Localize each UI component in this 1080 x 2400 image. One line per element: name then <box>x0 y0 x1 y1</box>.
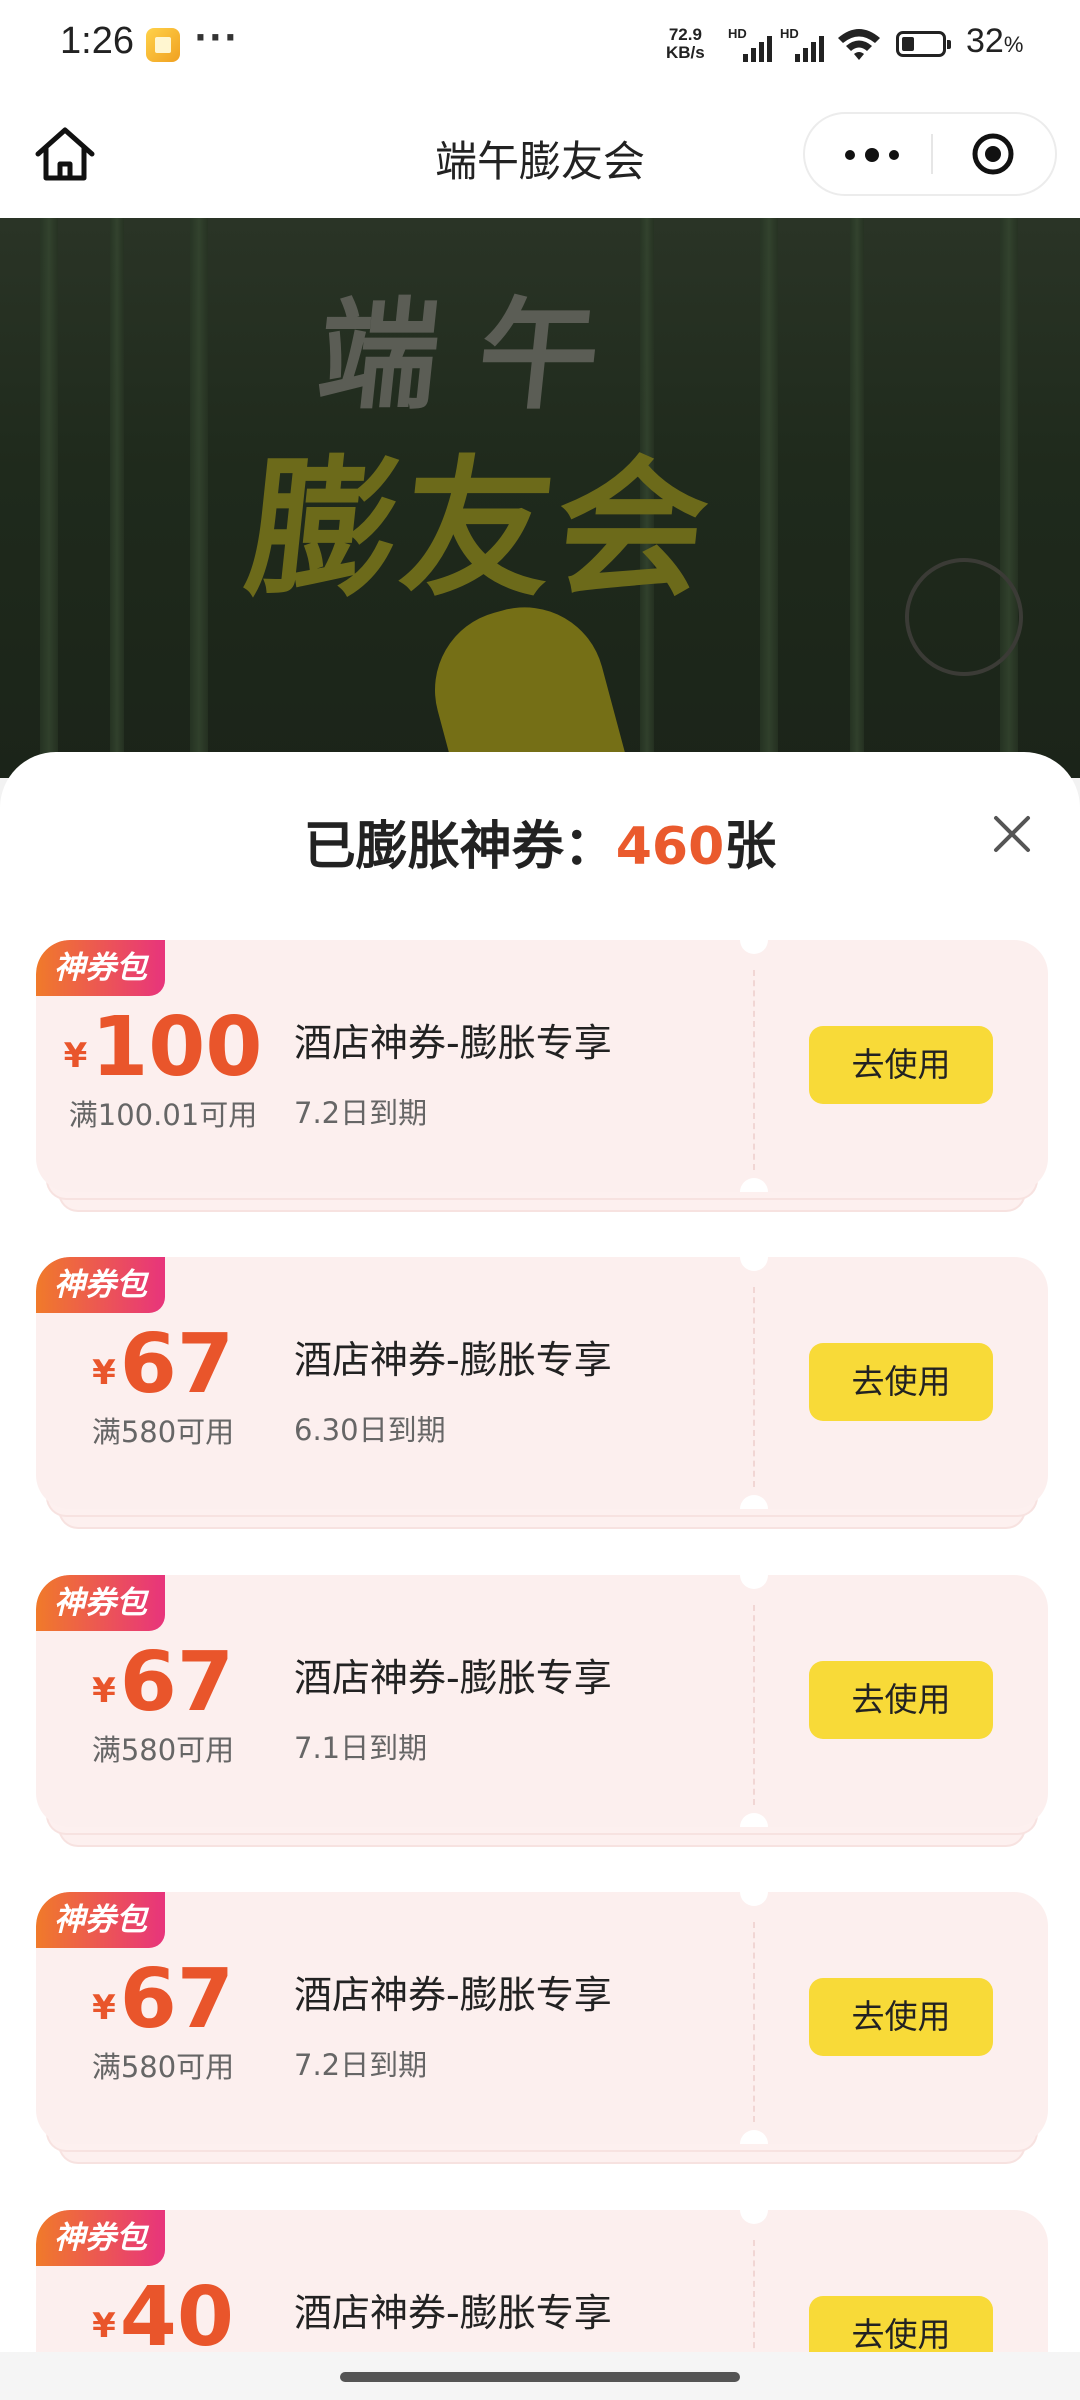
coupon-price: ¥67 <box>36 1317 290 1412</box>
coupon-name: 酒店神券-膨胀专享 <box>294 1656 612 1700</box>
coupon-sheet: 已膨胀神券：460张 神券包 2张券 ¥100 满100.01可用 酒店神券-膨… <box>0 752 1080 2352</box>
coupon-expiry: 7.2日到期 <box>294 2048 428 2082</box>
event-banner: 端午 膨友会 <box>0 218 1080 778</box>
coupon-pack-label: 神券包 <box>36 1575 165 1631</box>
nav-bar: 端午膨友会 <box>0 92 1080 218</box>
sheet-title: 已膨胀神券：460张 <box>0 804 1080 879</box>
battery-unit: % <box>1003 32 1024 57</box>
battery-icon <box>896 31 951 57</box>
network-speed-unit: KB/s <box>666 43 705 62</box>
coupon-amount: 67 <box>119 1317 234 1412</box>
status-more-notifications: ··· <box>194 18 239 58</box>
home-indicator[interactable] <box>340 2372 740 2382</box>
sheet-title-prefix: 已膨胀神券： <box>303 817 616 877</box>
miniprogram-close-icon[interactable] <box>971 132 1015 176</box>
coupon-tag: 神券包 4张券 <box>36 2210 278 2266</box>
currency-symbol: ¥ <box>92 1353 116 1393</box>
coupon-amount: 40 <box>119 2270 234 2352</box>
use-coupon-button[interactable]: 去使用 <box>809 1978 993 2056</box>
coupon-pack-label: 神券包 <box>36 2210 165 2266</box>
use-coupon-button[interactable]: 去使用 <box>809 1343 993 1421</box>
notification-app-icon <box>146 28 180 62</box>
coupon-pack-label: 神券包 <box>36 1257 165 1313</box>
coupon-card: 神券包 2张券 ¥100 满100.01可用 酒店神券-膨胀专享 7.2日到期 … <box>36 940 1048 1212</box>
coupon-amount: 67 <box>119 1952 234 2047</box>
currency-symbol: ¥ <box>92 1988 116 2028</box>
coupon-card: 神券包 56张券 ¥67 满580可用 酒店神券-膨胀专享 7.2日到期 去使用 <box>36 1892 1048 2164</box>
currency-symbol: ¥ <box>92 1671 116 1711</box>
battery-percentage: 32% <box>966 22 1023 61</box>
coupon-expiry: 6.30日到期 <box>294 1413 446 1447</box>
currency-symbol: ¥ <box>92 2306 116 2346</box>
use-coupon-button[interactable]: 去使用 <box>809 1026 993 1104</box>
more-dots-icon[interactable] <box>841 134 901 174</box>
network-speed: 72.9 KB/s <box>666 26 705 62</box>
coupon-tag: 神券包 3张券 <box>36 1257 278 1313</box>
coupon-expiry: 7.2日到期 <box>294 1096 428 1130</box>
coupon-name: 酒店神券-膨胀专享 <box>294 1973 612 2017</box>
coupon-name: 酒店神券-膨胀专享 <box>294 1338 612 1382</box>
coupon-card: 神券包 4张券 ¥40 酒店神券-膨胀专享 去使用 <box>36 2210 1048 2352</box>
use-coupon-button[interactable]: 去使用 <box>809 1661 993 1739</box>
close-icon[interactable] <box>988 810 1036 858</box>
coupon-amount: 100 <box>91 1000 263 1095</box>
coupon-threshold: 满580可用 <box>91 1733 235 1767</box>
coupon-threshold: 满580可用 <box>91 2050 235 2084</box>
currency-symbol: ¥ <box>63 1036 88 1076</box>
signal-icon: HD <box>728 26 772 62</box>
coupon-pack-count: 4张券 <box>151 2210 278 2266</box>
coupon-pack-count: 56张券 <box>151 1892 296 1948</box>
coupon-expiry: 7.1日到期 <box>294 1731 428 1765</box>
coupon-card: 神券包 17张券 ¥67 满580可用 酒店神券-膨胀专享 7.1日到期 去使用 <box>36 1575 1048 1847</box>
banner-heading-line1: 端午 <box>311 287 647 426</box>
coupon-pack-count: 17张券 <box>151 1575 296 1631</box>
coupon-pack-count: 2张券 <box>151 940 278 996</box>
coupon-amount: 67 <box>119 1635 234 1730</box>
banner-heading-line2: 膨友会 <box>239 443 720 617</box>
coupon-pack-count: 3张券 <box>151 1257 278 1313</box>
network-speed-value: 72.9 <box>668 25 702 44</box>
coupon-price: ¥40 <box>36 2270 290 2352</box>
signal-icon: HD <box>780 26 824 62</box>
coupon-threshold: 满580可用 <box>91 1415 235 1449</box>
coupon-price: ¥100 <box>36 1000 290 1095</box>
coupon-pack-label: 神券包 <box>36 940 165 996</box>
miniprogram-capsule <box>803 112 1057 196</box>
use-coupon-button[interactable]: 去使用 <box>809 2296 993 2352</box>
gesture-bar[interactable] <box>0 2352 1080 2400</box>
coupon-price: ¥67 <box>36 1635 290 1730</box>
wifi-icon <box>838 29 880 60</box>
coupon-tag: 神券包 17张券 <box>36 1575 296 1631</box>
coupon-name: 酒店神券-膨胀专享 <box>294 1021 612 1065</box>
banner-badge-icon <box>883 536 1045 698</box>
capsule-divider <box>931 134 933 174</box>
coupon-tag: 神券包 56张券 <box>36 1892 296 1948</box>
coupon-pack-label: 神券包 <box>36 1892 165 1948</box>
coupon-count: 460 <box>615 817 725 877</box>
coupon-tag: 神券包 2张券 <box>36 940 278 996</box>
battery-value: 32 <box>966 22 1004 60</box>
sheet-title-suffix: 张 <box>724 817 777 877</box>
coupon-price: ¥67 <box>36 1952 290 2047</box>
status-bar: 1:26 ··· 72.9 KB/s HD HD 32% <box>0 0 1080 92</box>
status-time: 1:26 <box>60 20 134 62</box>
coupon-threshold: 满100.01可用 <box>68 1098 258 1132</box>
coupon-card: 神券包 3张券 ¥67 满580可用 酒店神券-膨胀专享 6.30日到期 去使用 <box>36 1257 1048 1529</box>
coupon-name: 酒店神券-膨胀专享 <box>294 2291 612 2335</box>
